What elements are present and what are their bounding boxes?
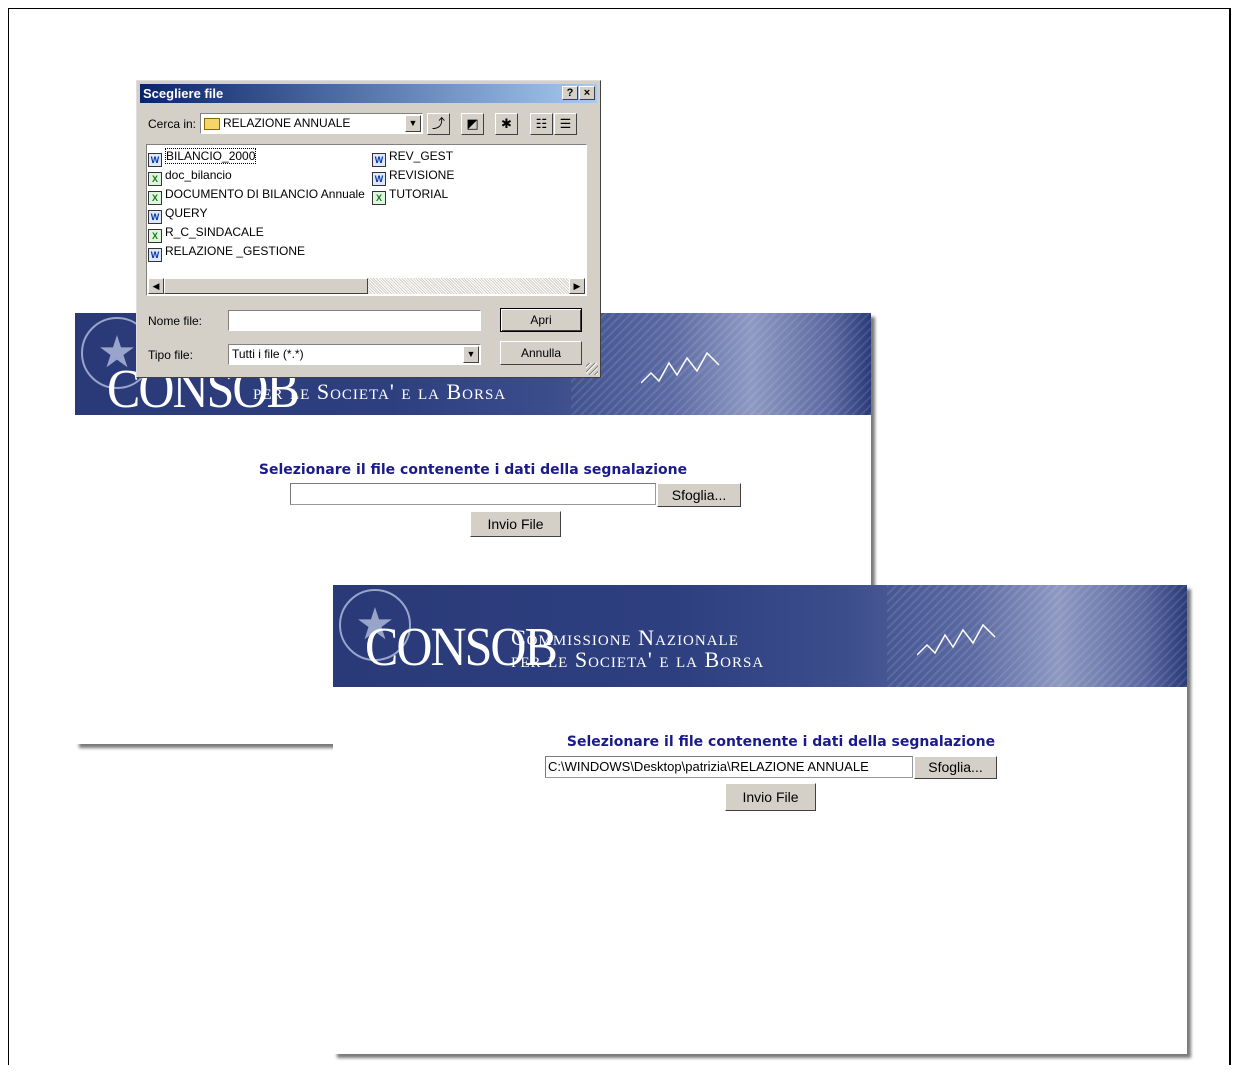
back-brand-tagline: per le Societa' e la Borsa xyxy=(253,379,507,404)
list-view-icon[interactable]: ☷ xyxy=(530,113,553,135)
file-list[interactable]: W BILANCIO_2000 Xdoc_bilancio X DOCUMENTO … xyxy=(146,144,587,296)
word-doc-icon: W xyxy=(372,153,386,167)
excel-doc-icon: X xyxy=(148,229,162,243)
list-item[interactable]: W RELAZIONE _GESTIONE xyxy=(148,242,305,262)
back-submit-button[interactable]: Invio File xyxy=(470,511,561,537)
scroll-left-icon[interactable]: ◀ xyxy=(148,278,164,294)
word-doc-icon: W xyxy=(148,248,162,262)
filename-label: Nome file: xyxy=(148,314,203,328)
chart-line-icon xyxy=(917,623,996,656)
filetype-label: Tipo file: xyxy=(148,348,193,362)
dialog-titlebar[interactable]: Scegliere file ? × xyxy=(140,84,597,103)
close-icon[interactable]: × xyxy=(579,86,595,100)
front-page: CONSOB Commissione Nazionale per le Soci… xyxy=(333,585,1187,1054)
new-folder-icon[interactable]: ✱ xyxy=(495,113,518,135)
scroll-thumb[interactable] xyxy=(164,278,368,294)
front-prompt: Selezionare il file contenente i dati de… xyxy=(566,734,996,750)
cancel-button[interactable]: Annulla xyxy=(500,341,582,365)
excel-doc-icon: X xyxy=(148,172,162,186)
front-banner: CONSOB Commissione Nazionale per le Soci… xyxy=(333,585,1187,687)
front-brand-tagline: Commissione Nazionale per le Societa' e … xyxy=(511,625,765,672)
front-browse-button[interactable]: Sfoglia... xyxy=(914,756,997,779)
excel-doc-icon: X xyxy=(148,191,162,205)
back-browse-button[interactable]: Sfoglia... xyxy=(657,483,741,507)
list-item[interactable]: W BILANCIO_2000 xyxy=(148,147,257,167)
horizontal-scrollbar[interactable]: ◀ ▶ xyxy=(148,278,585,294)
list-item[interactable]: W REVISIONE xyxy=(372,166,454,186)
list-item[interactable]: W QUERY xyxy=(148,204,207,224)
list-item[interactable]: Xdoc_bilancio xyxy=(148,166,232,186)
resize-grip-icon[interactable] xyxy=(586,363,598,375)
back-file-input[interactable] xyxy=(290,483,656,505)
dialog-title: Scegliere file xyxy=(143,86,224,101)
desktop-icon[interactable]: ◩ xyxy=(461,113,484,135)
file-chooser-dialog: Scegliere file ? × Cerca in: RELAZIONE A… xyxy=(136,80,601,378)
word-doc-icon: W xyxy=(148,153,162,167)
chevron-down-icon[interactable]: ▼ xyxy=(463,346,479,363)
front-file-input[interactable]: C:\WINDOWS\Desktop\patrizia\RELAZIONE AN… xyxy=(545,756,913,778)
filename-input[interactable] xyxy=(228,310,481,331)
folder-icon xyxy=(204,118,220,130)
look-in-label: Cerca in: xyxy=(148,117,197,131)
list-item[interactable]: W REV_GEST xyxy=(372,147,453,167)
excel-doc-icon: X xyxy=(372,191,386,205)
list-item[interactable]: X TUTORIAL xyxy=(372,185,448,205)
front-submit-button[interactable]: Invio File xyxy=(725,783,816,811)
word-doc-icon: W xyxy=(148,210,162,224)
scroll-right-icon[interactable]: ▶ xyxy=(569,278,585,294)
look-in-combo[interactable]: RELAZIONE ANNUALE ▼ xyxy=(200,113,423,134)
up-folder-icon[interactable]: ⤴ xyxy=(427,113,450,135)
word-doc-icon: W xyxy=(372,172,386,186)
back-prompt: Selezionare il file contenente i dati de… xyxy=(258,462,688,478)
help-icon[interactable]: ? xyxy=(562,86,578,100)
list-item[interactable]: X R_C_SINDACALE xyxy=(148,223,264,243)
list-item[interactable]: X DOCUMENTO DI BILANCIO Annuale xyxy=(148,185,365,205)
details-view-icon[interactable]: ☰ xyxy=(554,113,577,135)
open-button[interactable]: Apri xyxy=(500,308,582,332)
chart-line-icon xyxy=(641,351,720,384)
chevron-down-icon[interactable]: ▼ xyxy=(405,115,421,132)
filetype-combo[interactable]: Tutti i file (*.*) ▼ xyxy=(228,344,481,365)
